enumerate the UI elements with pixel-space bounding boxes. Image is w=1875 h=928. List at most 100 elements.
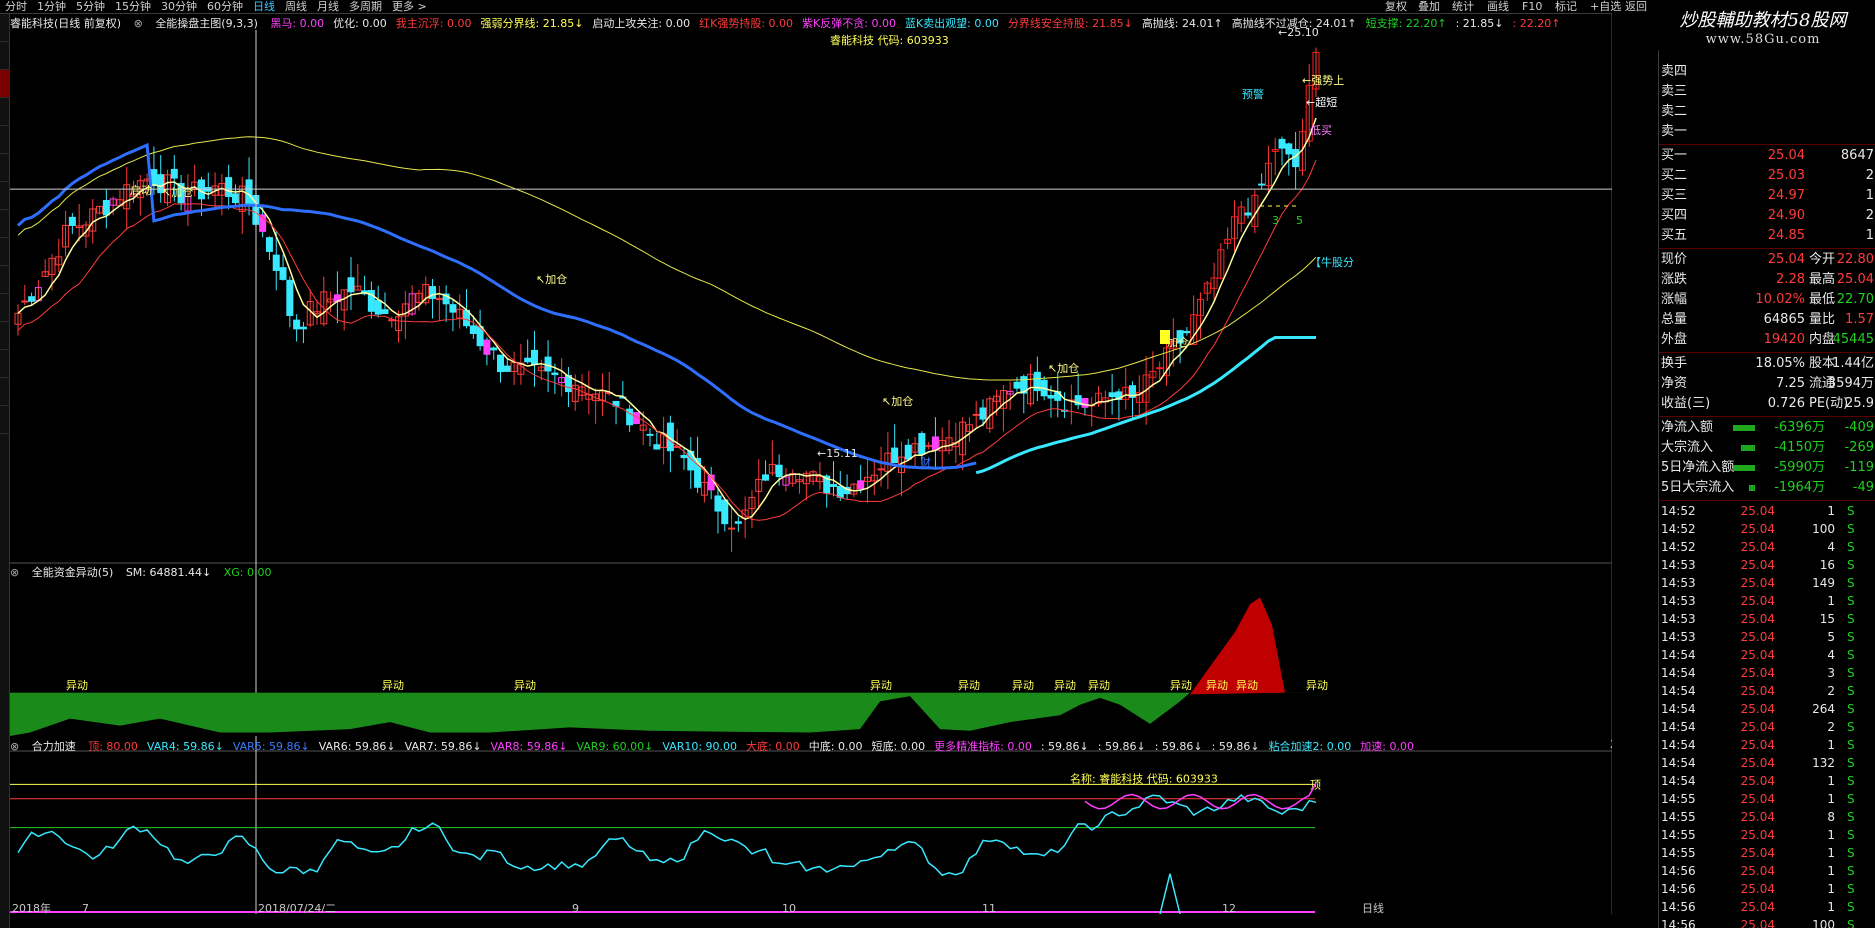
tick-time: 14:53: [1661, 612, 1696, 626]
toolbar-3[interactable]: 画线: [1487, 0, 1509, 14]
candle: [714, 488, 722, 534]
tick-side: S: [1847, 666, 1855, 680]
tick-time: 14:53: [1661, 594, 1696, 608]
toolbar-1[interactable]: 叠加: [1418, 0, 1440, 14]
flow-value: -6396万: [1774, 420, 1825, 435]
candle: [728, 507, 736, 553]
flow-label: 5日大宗流入: [1661, 480, 1735, 495]
candle: [1258, 173, 1266, 190]
fund-value-2: 3594万: [1827, 376, 1874, 391]
ask-row: 卖二: [1659, 102, 1875, 122]
tick-time: 14:54: [1661, 666, 1696, 680]
candle: [1244, 197, 1252, 219]
period-tab-5[interactable]: 60分钟: [202, 0, 248, 14]
candle: [585, 370, 593, 415]
tick-side: S: [1847, 756, 1855, 770]
yidong-label: 异动: [1054, 679, 1076, 692]
tick-side: S: [1847, 864, 1855, 878]
bid-volume: 2: [1865, 168, 1874, 183]
tick-price: 25.04: [1740, 576, 1775, 590]
ask-row: 卖三: [1659, 82, 1875, 102]
bid-price: 25.03: [1767, 168, 1805, 183]
chart-canvas[interactable]: 24.0023.0022.0021.0020.0019.0018.0017.00…: [10, 14, 1612, 914]
flow-bar: [1733, 465, 1755, 471]
candle: [734, 516, 742, 532]
indicator-close-icon[interactable]: ⊗: [10, 740, 19, 753]
tick-time: 14:55: [1661, 846, 1696, 860]
tick-time: 14:54: [1661, 720, 1696, 734]
stat-label-2: 内盘: [1809, 332, 1836, 347]
osc-param-0: 顶: 80.00: [88, 740, 138, 753]
period-tab-7[interactable]: 周线: [280, 0, 312, 14]
candle: [530, 330, 538, 387]
tick-price: 25.04: [1740, 540, 1775, 554]
period-tab-9[interactable]: 多周期: [344, 0, 387, 14]
tick-volume: 1: [1827, 774, 1835, 788]
tick-side: S: [1847, 612, 1855, 626]
period-tab-8[interactable]: 月线: [312, 0, 344, 14]
candle: [660, 416, 668, 465]
flow-bar: [1741, 445, 1755, 451]
left-function-strip[interactable]: [0, 14, 10, 928]
toolbar-0[interactable]: 复权: [1385, 0, 1407, 14]
candle: [925, 442, 933, 450]
candle: [626, 404, 634, 432]
date-tick-label: 12: [1222, 902, 1236, 914]
indicator-close-icon[interactable]: ⊗: [10, 566, 19, 579]
candle: [1183, 327, 1191, 336]
bid-row[interactable]: 买二 25.03 2: [1659, 166, 1875, 186]
period-tab-10[interactable]: 更多 >: [387, 0, 432, 14]
trade-tick-row: 14:54 25.04 4 S: [1659, 646, 1875, 664]
osc-param-2: VAR5: 59.86↓: [232, 740, 310, 753]
osc-magenta-line: [1084, 782, 1317, 810]
bid-row[interactable]: 买一 25.04 8647: [1659, 146, 1875, 166]
tick-price: 25.04: [1740, 846, 1775, 860]
bid-label: 买三: [1661, 188, 1688, 203]
stat-value: 19420: [1763, 332, 1805, 347]
candle: [1196, 292, 1204, 339]
period-tab-4[interactable]: 30分钟: [156, 0, 202, 14]
trade-tick-row: 14:55 25.04 8 S: [1659, 808, 1875, 826]
tick-side: S: [1847, 846, 1855, 860]
candle: [456, 294, 464, 329]
bid-label: 买二: [1661, 168, 1688, 183]
period-tab-3[interactable]: 15分钟: [110, 0, 156, 14]
bid-volume: 1: [1865, 228, 1874, 243]
period-tab-2[interactable]: 5分钟: [71, 0, 110, 14]
bid-row[interactable]: 买四 24.90 2: [1659, 206, 1875, 226]
tick-price: 25.04: [1740, 882, 1775, 896]
period-tab-1[interactable]: 1分钟: [32, 0, 71, 14]
yidong-label: 异动: [514, 679, 536, 692]
tick-side: S: [1847, 576, 1855, 590]
tick-side: S: [1847, 630, 1855, 644]
signal-yujing: 预警: [1242, 87, 1264, 101]
candle: [1129, 381, 1137, 418]
toolbar-5[interactable]: 标记: [1555, 0, 1577, 14]
candle: [748, 490, 756, 529]
stat-value-2: 1.57: [1845, 312, 1874, 327]
toolbar-4[interactable]: F10: [1522, 0, 1542, 14]
candle: [204, 172, 212, 200]
tick-volume: 1: [1827, 900, 1835, 914]
toolbar-7[interactable]: 返回: [1625, 0, 1647, 14]
osc-indicator-name[interactable]: 合力加速: [32, 740, 76, 753]
volume-indicator-name[interactable]: 全能资金异动(5): [32, 566, 114, 579]
candle: [14, 304, 22, 336]
yidong-label: 异动: [1012, 679, 1034, 692]
date-tick-label: 11: [982, 902, 996, 914]
trade-tick-row: 14:56 25.04 100 S: [1659, 916, 1875, 928]
tick-time: 14:52: [1661, 522, 1696, 536]
stat-label-2: 最低: [1809, 292, 1836, 307]
fund-value: 0.726: [1767, 396, 1805, 411]
bid-row[interactable]: 买三 24.97 1: [1659, 186, 1875, 206]
toolbar-6[interactable]: +自选: [1590, 0, 1621, 14]
osc-indicator-params: 顶: 80.00 VAR4: 59.86↓ VAR5: 59.86↓ VAR6: 59…: [88, 740, 1423, 753]
tick-time: 14:54: [1661, 702, 1696, 716]
bid-row[interactable]: 买五 24.85 1: [1659, 226, 1875, 246]
candle: [68, 213, 76, 234]
period-tab-0[interactable]: 分时: [0, 0, 32, 14]
toolbar-2[interactable]: 统计: [1452, 0, 1474, 14]
tick-side: S: [1847, 792, 1855, 806]
osc-line: [17, 793, 1317, 877]
period-tab-6[interactable]: 日线: [248, 0, 280, 14]
